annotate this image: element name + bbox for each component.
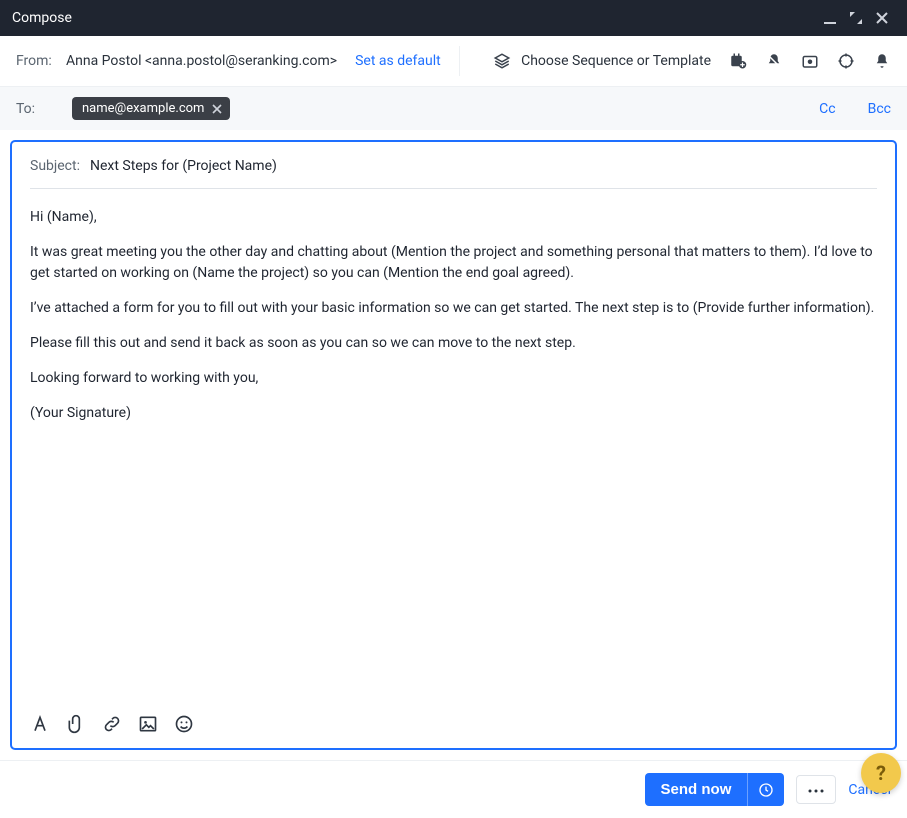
body-line: Looking forward to working with you, (30, 368, 877, 389)
from-label: From: (16, 53, 56, 69)
subject-input[interactable]: Next Steps for (Project Name) (90, 158, 277, 174)
body-line: Please fill this out and send it back as… (30, 333, 877, 354)
calendar-add-icon[interactable] (729, 52, 747, 70)
bell-off-icon[interactable] (765, 52, 783, 70)
recipient-chip-label: name@example.com (82, 101, 204, 116)
link-icon[interactable] (102, 714, 122, 738)
more-actions-button[interactable] (796, 775, 836, 804)
text-format-icon[interactable] (30, 714, 50, 738)
footer: Send now Cancel (0, 760, 907, 818)
emoji-icon[interactable] (174, 714, 194, 738)
subject-row: Subject: Next Steps for (Project Name) (30, 158, 877, 189)
help-fab[interactable]: ? (861, 753, 901, 793)
divider (459, 46, 460, 76)
cc-link[interactable]: Cc (819, 101, 835, 117)
set-default-link[interactable]: Set as default (355, 53, 441, 69)
compose-editor: Subject: Next Steps for (Project Name) H… (10, 140, 897, 750)
inbox-icon[interactable] (801, 52, 819, 70)
sequence-label: Choose Sequence or Template (521, 53, 711, 69)
attach-icon[interactable] (66, 714, 86, 738)
editor-toolbar (30, 706, 877, 738)
close-icon[interactable] (869, 5, 895, 31)
body-line: (Your Signature) (30, 403, 877, 424)
bell-icon[interactable] (873, 52, 891, 70)
target-icon[interactable] (837, 52, 855, 70)
titlebar: Compose (0, 0, 907, 36)
from-row: From: Anna Postol <anna.postol@seranking… (0, 36, 907, 87)
image-icon[interactable] (138, 714, 158, 738)
minimize-icon[interactable] (817, 5, 843, 31)
chip-remove-icon[interactable] (210, 102, 224, 116)
send-button-group: Send now (645, 773, 785, 806)
layers-icon (493, 52, 511, 70)
help-icon: ? (876, 761, 886, 785)
body-line: Hi (Name), (30, 207, 877, 228)
expand-icon[interactable] (843, 5, 869, 31)
body-line: I’ve attached a form for you to fill out… (30, 298, 877, 319)
window-title: Compose (12, 10, 72, 26)
body-editor[interactable]: Hi (Name), It was great meeting you the … (30, 189, 877, 706)
to-label: To: (16, 101, 56, 117)
sequence-button[interactable]: Choose Sequence or Template (493, 52, 711, 70)
from-sender[interactable]: Anna Postol <anna.postol@seranking.com> (66, 53, 337, 69)
body-line: It was great meeting you the other day a… (30, 242, 877, 284)
recipient-chip[interactable]: name@example.com (72, 97, 230, 120)
bcc-link[interactable]: Bcc (868, 101, 891, 117)
send-schedule-button[interactable] (747, 773, 784, 806)
to-row: To: name@example.com Cc Bcc (0, 87, 907, 130)
send-button[interactable]: Send now (645, 773, 748, 806)
subject-label: Subject: (30, 158, 80, 174)
